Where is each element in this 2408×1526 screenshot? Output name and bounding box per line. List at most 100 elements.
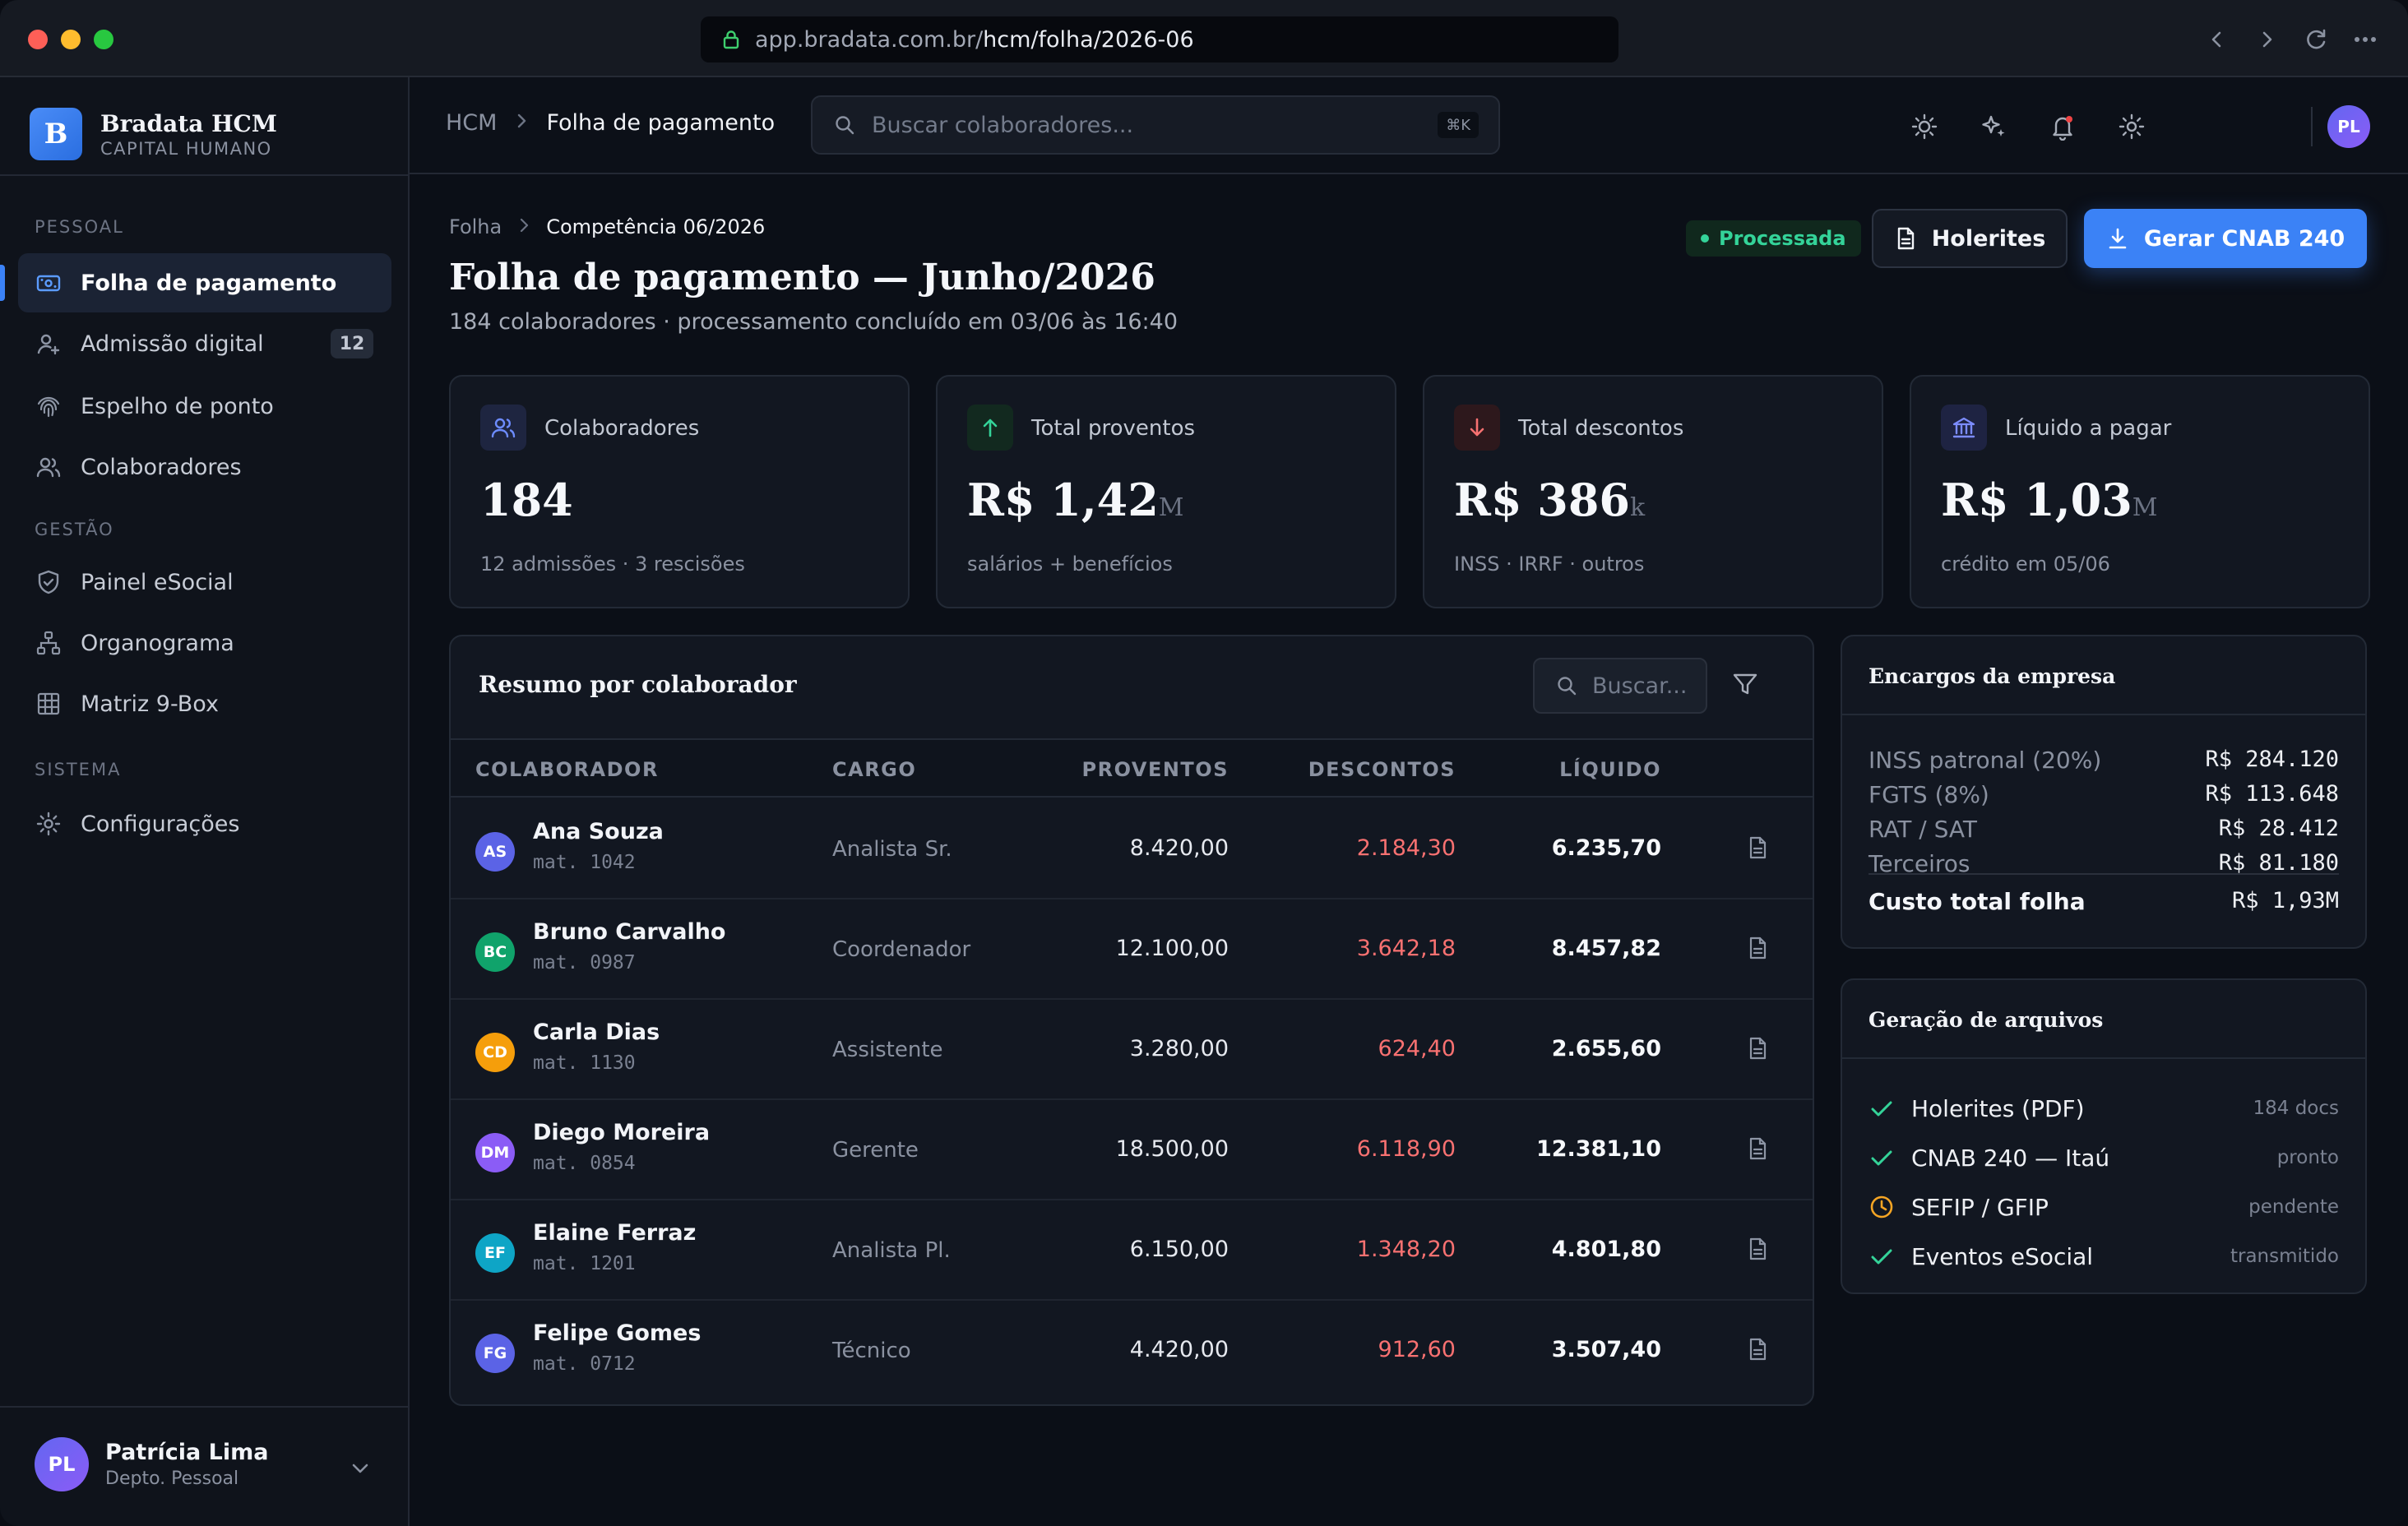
breadcrumb-item[interactable]: HCM — [446, 110, 497, 136]
search-icon — [836, 116, 854, 135]
search-input[interactable]: Buscar colaboradores... ⌘K — [811, 95, 1500, 155]
sparkles-icon[interactable] — [1975, 109, 2012, 145]
minimize-window-button[interactable] — [61, 30, 81, 49]
address-bar[interactable]: app.bradata.com.br/hcm/folha/2026-06 — [701, 16, 1618, 62]
table-row[interactable]: DM Diego Moreira mat. 0854 Gerente 18.500,00… — [451, 1100, 1813, 1200]
table-row[interactable]: FG Felipe Gomes mat. 0712 Técnico 4.420,00 91… — [451, 1301, 1813, 1401]
divider — [0, 1406, 408, 1408]
employee-name[interactable]: Bruno Carvalho — [533, 919, 725, 945]
sidebar-item-esocial[interactable]: Painel eSocial — [18, 553, 391, 612]
payslip-document-icon[interactable] — [1747, 1337, 1768, 1367]
column-header[interactable]: DESCONTOS — [1308, 758, 1456, 781]
sidebar-item-folha[interactable]: Folha de pagamento — [0, 253, 391, 312]
sidebar-item-admissao[interactable]: Admissão digital 12 — [18, 314, 391, 373]
sidebar-item-9box[interactable]: Matriz 9-Box — [18, 674, 391, 733]
deductions-value: 2.184,30 — [1356, 835, 1456, 861]
arrow-down-icon — [1454, 405, 1500, 451]
bank-icon — [1941, 405, 1987, 451]
maximize-window-button[interactable] — [94, 30, 113, 49]
column-header[interactable]: CARGO — [832, 758, 916, 781]
employee-id: mat. 1042 — [533, 852, 636, 873]
back-icon[interactable] — [2201, 23, 2234, 56]
net-value: 3.507,40 — [1551, 1337, 1661, 1362]
sidebar-item-configuracoes[interactable]: Configurações — [18, 794, 391, 853]
employee-name[interactable]: Diego Moreira — [533, 1120, 710, 1145]
more-icon[interactable] — [2349, 23, 2382, 56]
charge-total-row: Custo total folha R$ 1,93M — [1869, 888, 2339, 915]
deductions-value: 1.348,20 — [1356, 1237, 1456, 1262]
search-icon — [1558, 677, 1577, 696]
table-row[interactable]: CD Carla Dias mat. 1130 Assistente 3.280,00 6… — [451, 1000, 1813, 1100]
brand-name: Bradata HCM — [100, 109, 277, 137]
breadcrumb-item[interactable]: Folha — [449, 215, 502, 238]
divider — [2311, 107, 2313, 146]
file-item[interactable]: CNAB 240 — Itaú pronto — [1869, 1141, 2339, 1174]
avatar[interactable]: PL — [2327, 105, 2370, 148]
payslip-document-icon[interactable] — [1747, 1136, 1768, 1167]
earnings-value: 3.280,00 — [1129, 1036, 1229, 1061]
file-status: pronto — [2276, 1147, 2339, 1168]
file-item[interactable]: Holerites (PDF) 184 docs — [1869, 1092, 2339, 1125]
sidebar-item-label: Folha de pagamento — [81, 270, 337, 296]
download-icon — [2106, 226, 2129, 251]
employee-name[interactable]: Ana Souza — [533, 819, 664, 844]
kpi-label: Colaboradores — [544, 416, 700, 441]
earnings-value: 8.420,00 — [1129, 835, 1229, 861]
payslips-button[interactable]: Holerites — [1872, 209, 2068, 268]
payslip-document-icon[interactable] — [1747, 835, 1768, 866]
generate-cnab-button[interactable]: Gerar CNAB 240 — [2084, 209, 2367, 268]
browser-toolbar: app.bradata.com.br/hcm/folha/2026-06 — [0, 0, 2408, 77]
keyboard-shortcut: ⌘K — [1438, 112, 1479, 138]
table-row[interactable]: EF Elaine Ferraz mat. 1201 Analista Pl. 6.15… — [451, 1200, 1813, 1301]
brand-subtitle: CAPITAL HUMANO — [100, 138, 272, 159]
column-header[interactable]: LÍQUIDO — [1559, 758, 1661, 781]
employee-name[interactable]: Elaine Ferraz — [533, 1220, 696, 1246]
divider — [0, 174, 408, 176]
filter-icon[interactable] — [1730, 669, 1760, 702]
avatar: BC — [475, 932, 515, 972]
kpi-subtext: INSS · IRRF · outros — [1454, 553, 1645, 576]
sidebar-item-ponto[interactable]: Espelho de ponto — [18, 377, 391, 436]
reload-icon[interactable] — [2299, 23, 2332, 56]
file-item[interactable]: Eventos eSocial transmitido — [1869, 1240, 2339, 1273]
forward-icon[interactable] — [2250, 23, 2283, 56]
settings-icon[interactable] — [2114, 109, 2150, 145]
table-row[interactable]: AS Ana Souza mat. 1042 Analista Sr. 8.420,00… — [451, 799, 1813, 899]
avatar: AS — [475, 832, 515, 872]
table-search-input[interactable]: Buscar... — [1533, 658, 1707, 714]
net-value: 4.801,80 — [1551, 1237, 1661, 1262]
avatar: EF — [475, 1233, 515, 1273]
url-host: app.bradata.com.br/ — [755, 26, 984, 53]
user-menu[interactable]: PL Patrícia Lima Depto. Pessoal — [35, 1437, 268, 1491]
brand-logo: B — [30, 108, 82, 160]
chevron-down-icon[interactable] — [349, 1460, 372, 1480]
payslip-document-icon[interactable] — [1747, 1237, 1768, 1267]
brand[interactable]: B Bradata HCM CAPITAL HUMANO — [30, 100, 277, 168]
sidebar-item-organograma[interactable]: Organograma — [18, 613, 391, 673]
grid-icon — [35, 690, 63, 718]
sidebar-item-colaboradores[interactable]: Colaboradores — [18, 437, 391, 497]
column-header[interactable]: COLABORADOR — [475, 758, 659, 781]
user-add-icon — [35, 330, 63, 358]
kpi-subtext: 12 admissões · 3 rescisões — [480, 553, 745, 576]
payslip-document-icon[interactable] — [1747, 1036, 1768, 1066]
table-row[interactable]: BC Bruno Carvalho mat. 0987 Coordenador 12.1… — [451, 899, 1813, 1000]
employee-name[interactable]: Carla Dias — [533, 1020, 660, 1045]
bell-icon[interactable] — [2044, 109, 2081, 145]
url-path: hcm/folha/2026-06 — [983, 26, 1194, 53]
payslip-document-icon[interactable] — [1747, 936, 1768, 966]
file-label: Eventos eSocial — [1911, 1242, 2094, 1270]
avatar: CD — [475, 1033, 515, 1072]
file-label: SEFIP / GFIP — [1911, 1193, 2049, 1221]
close-window-button[interactable] — [28, 30, 48, 49]
employee-id: mat. 0987 — [533, 952, 636, 973]
sidebar-item-label: Configurações — [81, 811, 240, 837]
clock-icon — [1869, 1194, 1896, 1220]
employee-role: Analista Sr. — [832, 837, 952, 862]
file-item[interactable]: SEFIP / GFIP pendente — [1869, 1191, 2339, 1223]
column-header[interactable]: PROVENTOS — [1082, 758, 1229, 781]
breadcrumb: HCM Folha de pagamento — [446, 110, 775, 136]
table-header: COLABORADOR CARGO PROVENTOS DESCONTOS LÍ… — [451, 738, 1813, 798]
employee-name[interactable]: Felipe Gomes — [533, 1320, 701, 1346]
theme-toggle-icon[interactable] — [1906, 109, 1943, 145]
